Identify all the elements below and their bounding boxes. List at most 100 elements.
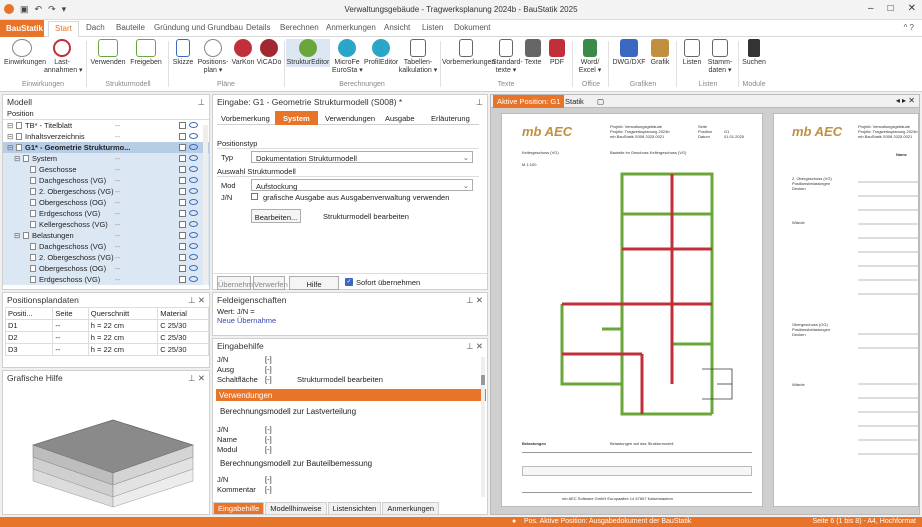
tree-item[interactable]: Dachgeschoss (VG) -- (3, 241, 209, 252)
tree-item-checkbox[interactable] (179, 265, 186, 272)
eye-icon[interactable] (189, 133, 198, 139)
hilfe-button[interactable]: Hilfe (289, 276, 339, 290)
tabellen-button[interactable]: Tabellen- kalkulation ▾ (398, 39, 438, 75)
struktureditor-button[interactable]: StrukturEditor (286, 39, 330, 67)
bearbeiten-button[interactable]: Bearbeiten... (251, 209, 301, 223)
minimize-icon[interactable]: – (868, 3, 874, 14)
tab-anmerkungen-bottom[interactable]: Anmerkungen (382, 502, 440, 515)
tab-system[interactable]: System (275, 111, 318, 125)
eye-icon[interactable] (189, 221, 198, 227)
maximize-icon[interactable]: □ (888, 3, 894, 14)
tree-item[interactable]: Geschosse -- (3, 164, 209, 175)
tree-item-checkbox[interactable] (179, 243, 186, 250)
tree-item[interactable]: ⊟ G1* - Geometrie Strukturmo... -- (3, 142, 209, 153)
eye-icon[interactable] (189, 276, 198, 282)
lastannahmen-button[interactable]: Last- annahmen ▾ (44, 39, 83, 75)
mod-dropdown[interactable]: Aufstockung ⌄ (251, 179, 473, 191)
tree-item-checkbox[interactable] (179, 210, 186, 217)
verwenden-button[interactable]: Verwenden (90, 39, 126, 67)
pdf-button[interactable]: PDF (546, 39, 568, 67)
verwerfen-button[interactable]: Verwerfen (253, 276, 288, 290)
jn-checkbox[interactable] (251, 193, 258, 200)
tab-aktive-position[interactable]: Aktive Position: G1 (493, 95, 565, 108)
tree-item-checkbox[interactable] (179, 177, 186, 184)
expand-icon[interactable]: ⊟ (14, 231, 20, 240)
tab-erlaeuterung[interactable]: Erläuterung (431, 114, 470, 123)
eye-icon[interactable] (189, 166, 198, 172)
close-icon[interactable]: ✕ (908, 3, 916, 14)
table-header[interactable]: Querschnitt (87, 307, 159, 320)
table-row[interactable]: D1 -- h = 22 cm C 25/30 (4, 319, 209, 332)
table-header[interactable]: Seite (52, 307, 89, 320)
vicado-button[interactable]: ViCADo (256, 39, 282, 67)
tab-anmerkungen[interactable]: Anmerkungen (326, 23, 376, 32)
eye-icon[interactable] (189, 177, 198, 183)
tree-item[interactable]: ⊟ System -- (3, 153, 209, 164)
table-header[interactable]: Material (157, 307, 209, 320)
word-button[interactable]: Word/ Excel ▾ (576, 39, 604, 75)
tree-item-checkbox[interactable] (179, 144, 186, 151)
tree-item[interactable]: 2. Obergeschoss (VG) -- (3, 186, 209, 197)
tab-app[interactable]: BauStatik (0, 20, 44, 37)
expand-icon[interactable]: ⊟ (7, 121, 13, 130)
tab-ausgabe[interactable]: Ausgabe (385, 114, 415, 123)
tab-bauteile[interactable]: Bauteile (116, 23, 145, 32)
einwirkungen-button[interactable]: Einwirkungen (4, 39, 46, 67)
new-tab-icon[interactable]: ▢ (597, 97, 604, 106)
tab-dokument[interactable]: Dokument (454, 23, 490, 32)
tree-item-checkbox[interactable] (179, 155, 186, 162)
positionsplan-button[interactable]: Positions- plan ▾ (196, 39, 230, 75)
tree-item-checkbox[interactable] (179, 166, 186, 173)
tab-listensichten[interactable]: Listensichten (327, 502, 382, 515)
pin-close-icon[interactable]: ⊥ ✕ (188, 295, 205, 306)
tree-item-checkbox[interactable] (179, 254, 186, 261)
expand-icon[interactable]: ⊟ (7, 143, 13, 152)
microfe-button[interactable]: MicroFe EuroSta ▾ (332, 39, 363, 75)
eye-icon[interactable] (189, 188, 198, 194)
pin-close-icon[interactable]: ⊥ ✕ (466, 295, 483, 306)
document-nav-icons[interactable]: ◂ ▸ ✕ (896, 96, 915, 105)
tree-item[interactable]: Obergeschoss (OG) -- (3, 197, 209, 208)
tab-berechnen[interactable]: Berechnen (280, 23, 319, 32)
tree-item-checkbox[interactable] (179, 221, 186, 228)
eye-icon[interactable] (189, 144, 198, 150)
eye-icon[interactable] (189, 265, 198, 271)
modell-scrollbar[interactable] (203, 125, 208, 285)
eye-icon[interactable] (189, 232, 198, 238)
eye-icon[interactable] (189, 254, 198, 260)
help-icon[interactable]: ^ ? (904, 23, 914, 32)
tree-item[interactable]: Kellergeschoss (VG) -- (3, 219, 209, 230)
tree-item-checkbox[interactable] (179, 199, 186, 206)
tree-item-checkbox[interactable] (179, 276, 186, 283)
tree-item-checkbox[interactable] (179, 122, 186, 129)
tree-item[interactable]: 2. Obergeschoss (VG) -- (3, 252, 209, 263)
tree-item-checkbox[interactable] (179, 188, 186, 195)
tab-gruendung[interactable]: Gründung und Grundbau (154, 23, 243, 32)
texte-button[interactable]: Texte (522, 39, 544, 67)
tab-eingabehilfe[interactable]: Eingabehilfe (213, 502, 265, 515)
grafik-button[interactable]: Grafik (648, 39, 672, 67)
tree-item[interactable]: Erdgeschoss (VG) -- (3, 274, 209, 285)
skizze-button[interactable]: Skizze (170, 39, 196, 67)
eh-scrollbar[interactable] (481, 357, 485, 497)
tree-item[interactable]: Obergeschoss (OG) -- (3, 263, 209, 274)
typ-dropdown[interactable]: Dokumentation Strukturmodell ⌄ (251, 151, 473, 163)
uebernehmen-button[interactable]: Übernehmen (217, 276, 261, 290)
tab-start[interactable]: Start (48, 21, 79, 38)
suchen-button[interactable]: Suchen (740, 39, 768, 67)
vorbemerkungen-button[interactable]: Vorbemerkungen (442, 39, 495, 67)
tree-item[interactable]: ⊟ Inhaltsverzeichnis -- (3, 131, 209, 142)
tab-modellhinweise[interactable]: Modellhinweise (265, 502, 327, 515)
pin-icon[interactable]: ⊥ (198, 97, 205, 108)
eye-icon[interactable] (189, 155, 198, 161)
tab-ansicht[interactable]: Ansicht (384, 23, 410, 32)
expand-icon[interactable]: ⊟ (7, 132, 13, 141)
table-row[interactable]: D3 -- h = 22 cm C 25/30 (4, 343, 209, 356)
varkon-button[interactable]: VarKon (230, 39, 256, 67)
tree-item-checkbox[interactable] (179, 232, 186, 239)
table-row[interactable]: D2 -- h = 22 cm C 25/30 (4, 331, 209, 344)
eye-icon[interactable] (189, 122, 198, 128)
tab-verwendungen[interactable]: Verwendungen (325, 114, 375, 123)
eye-icon[interactable] (189, 199, 198, 205)
freigeben-button[interactable]: Freigeben (128, 39, 164, 67)
